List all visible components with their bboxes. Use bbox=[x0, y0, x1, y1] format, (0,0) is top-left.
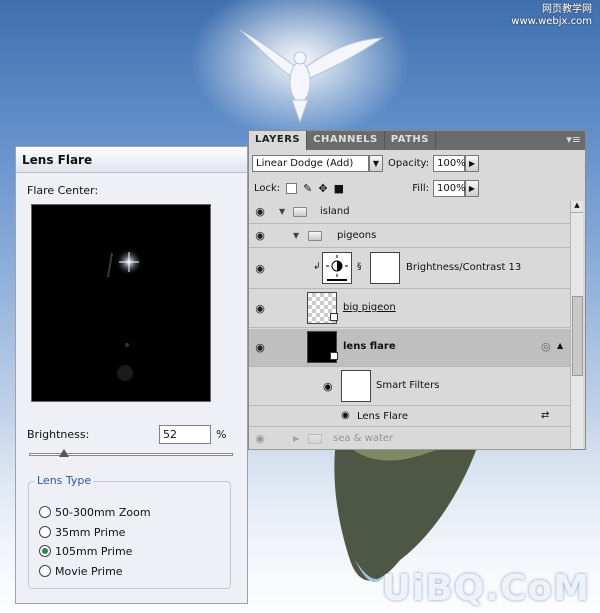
triangle-up-icon[interactable]: ▲ bbox=[557, 341, 563, 350]
mask-thumbnail[interactable] bbox=[370, 252, 400, 284]
layers-panel: LAYERS CHANNELS PATHS ▾≡ Linear Dodge (A… bbox=[248, 130, 586, 450]
chevron-right-icon[interactable]: ▶ bbox=[465, 154, 480, 172]
radio-icon[interactable] bbox=[39, 565, 51, 577]
smart-object-icon bbox=[330, 352, 338, 360]
lens-option-35mm-prime[interactable]: 35mm Prime bbox=[39, 524, 125, 540]
lock-transparent-icon[interactable] bbox=[286, 182, 298, 194]
lock-icon[interactable]: ■ bbox=[334, 182, 344, 195]
chevron-right-icon[interactable]: ▶ bbox=[465, 179, 479, 197]
opacity-label: Opacity: bbox=[388, 157, 430, 169]
panel-tabs: LAYERS CHANNELS PATHS ▾≡ bbox=[249, 131, 585, 150]
layer-name: Smart Filters bbox=[376, 380, 440, 391]
triangle-down-icon[interactable]: ▼ bbox=[293, 231, 299, 240]
fill-label: Fill: bbox=[412, 182, 429, 194]
eye-icon[interactable]: ◉ bbox=[251, 229, 269, 242]
layer-row-pigeons[interactable]: ◉ ▼ pigeons bbox=[249, 225, 571, 248]
triangle-right-icon[interactable]: ▶ bbox=[293, 434, 299, 443]
watermark-site-name: 网页教学网 bbox=[542, 4, 592, 15]
layer-name: pigeons bbox=[337, 230, 377, 241]
watermark-top: 网页教学网 www.webjx.com bbox=[511, 4, 592, 28]
opacity-input[interactable]: 100% bbox=[433, 154, 466, 172]
lens-option-label: Movie Prime bbox=[55, 564, 123, 578]
layer-row-lens-flare[interactable]: ◉ lens flare ◎ ▲ bbox=[249, 329, 571, 367]
panel-menu-icon[interactable]: ▾≡ bbox=[566, 131, 585, 150]
fill-input[interactable]: 100% bbox=[433, 179, 466, 197]
brightness-slider-thumb[interactable] bbox=[59, 449, 70, 457]
layer-name: lens flare bbox=[343, 341, 396, 352]
radio-selected-icon[interactable] bbox=[39, 545, 51, 557]
eye-icon[interactable]: ◉ bbox=[251, 205, 269, 218]
lens-type-group: Lens Type 50-300mm Zoom 35mm Prime 105mm… bbox=[28, 474, 231, 589]
brightness-unit: % bbox=[216, 428, 227, 441]
brightness-input[interactable]: 52 bbox=[159, 425, 211, 444]
layers-scrollbar[interactable]: ▲ bbox=[570, 201, 583, 449]
folder-icon bbox=[308, 434, 322, 444]
layer-row-big-pigeon[interactable]: ◉ big pigeon bbox=[249, 290, 571, 328]
dialog-title[interactable]: Lens Flare bbox=[16, 147, 247, 173]
eye-icon[interactable]: ◉ bbox=[251, 302, 269, 315]
triangle-down-icon[interactable]: ▼ bbox=[279, 207, 285, 216]
layer-row-smart-filters[interactable]: ◉ Smart Filters bbox=[249, 368, 571, 406]
flare-preview-canvas bbox=[107, 248, 143, 381]
eye-icon[interactable]: ◉ bbox=[251, 262, 269, 275]
smart-object-icon bbox=[330, 313, 338, 321]
tab-channels[interactable]: CHANNELS bbox=[307, 131, 385, 150]
tab-paths[interactable]: PATHS bbox=[385, 131, 437, 150]
layer-row-brightness-contrast[interactable]: ◉ ↲ § Brightness/Contrast 13 bbox=[249, 249, 571, 289]
eye-icon[interactable]: ◉ bbox=[251, 341, 269, 354]
tab-layers[interactable]: LAYERS bbox=[249, 131, 308, 150]
eye-icon[interactable]: ◉ bbox=[251, 432, 269, 445]
layer-name: Lens Flare bbox=[357, 411, 408, 422]
lens-option-label: 50-300mm Zoom bbox=[55, 505, 151, 519]
blend-mode-select[interactable]: Linear Dodge (Add) bbox=[252, 154, 369, 172]
folder-icon bbox=[308, 231, 322, 241]
brightness-label: Brightness: bbox=[27, 428, 90, 441]
blend-row: Linear Dodge (Add) ▼ Opacity: 100% ▶ bbox=[249, 151, 585, 175]
layer-row-lens-flare-filter[interactable]: ◉ Lens Flare ⇄ bbox=[249, 407, 571, 427]
eye-icon[interactable]: ◉ bbox=[341, 410, 350, 421]
layer-name: big pigeon bbox=[343, 302, 396, 313]
lens-option-105mm-prime[interactable]: 105mm Prime bbox=[39, 543, 132, 559]
lock-row: Lock: ✎ ✥ ■ Fill: 100% ▶ bbox=[249, 176, 585, 200]
lens-flare-dialog: Lens Flare Flare Center: Brightness: 52 … bbox=[15, 146, 248, 604]
chain-link-icon[interactable]: § bbox=[357, 262, 362, 272]
brush-icon[interactable]: ✎ bbox=[303, 182, 312, 195]
watermark-logo: UiBQ.CoM bbox=[381, 568, 590, 609]
lens-type-legend: Lens Type bbox=[35, 474, 94, 487]
brightness-adjust-icon bbox=[326, 255, 348, 281]
layer-row-sea-water[interactable]: ◉ ▶ sea & water bbox=[249, 428, 571, 450]
smart-filter-icon[interactable]: ◎ bbox=[541, 340, 551, 353]
scroll-thumb[interactable] bbox=[572, 296, 583, 376]
lock-label: Lock: bbox=[254, 182, 281, 194]
filter-options-icon[interactable]: ⇄ bbox=[541, 410, 549, 421]
folder-icon bbox=[293, 207, 307, 217]
lens-option-label: 35mm Prime bbox=[55, 525, 126, 539]
layer-name: sea & water bbox=[333, 433, 394, 444]
clip-arrow-icon: ↲ bbox=[313, 262, 321, 272]
watermark-site-url: www.webjx.com bbox=[511, 16, 592, 27]
flare-center-label: Flare Center: bbox=[27, 184, 99, 197]
filter-mask-thumbnail[interactable] bbox=[341, 370, 371, 402]
adjustment-thumbnail[interactable] bbox=[322, 252, 352, 284]
scroll-up-icon[interactable]: ▲ bbox=[571, 201, 583, 213]
lens-option-movie-prime[interactable]: Movie Prime bbox=[39, 563, 123, 579]
move-icon[interactable]: ✥ bbox=[318, 182, 327, 195]
radio-icon[interactable] bbox=[39, 526, 51, 538]
radio-icon[interactable] bbox=[39, 506, 51, 518]
layer-name: Brightness/Contrast 13 bbox=[406, 262, 522, 273]
lens-option-50-300mm-zoom[interactable]: 50-300mm Zoom bbox=[39, 504, 151, 520]
chevron-down-icon[interactable]: ▼ bbox=[369, 154, 383, 172]
flare-preview[interactable] bbox=[31, 204, 211, 402]
layer-row-island[interactable]: ◉ ▼ island bbox=[249, 201, 571, 224]
lens-option-label: 105mm Prime bbox=[55, 544, 133, 558]
eye-icon[interactable]: ◉ bbox=[323, 380, 333, 393]
layer-name: island bbox=[320, 206, 350, 217]
